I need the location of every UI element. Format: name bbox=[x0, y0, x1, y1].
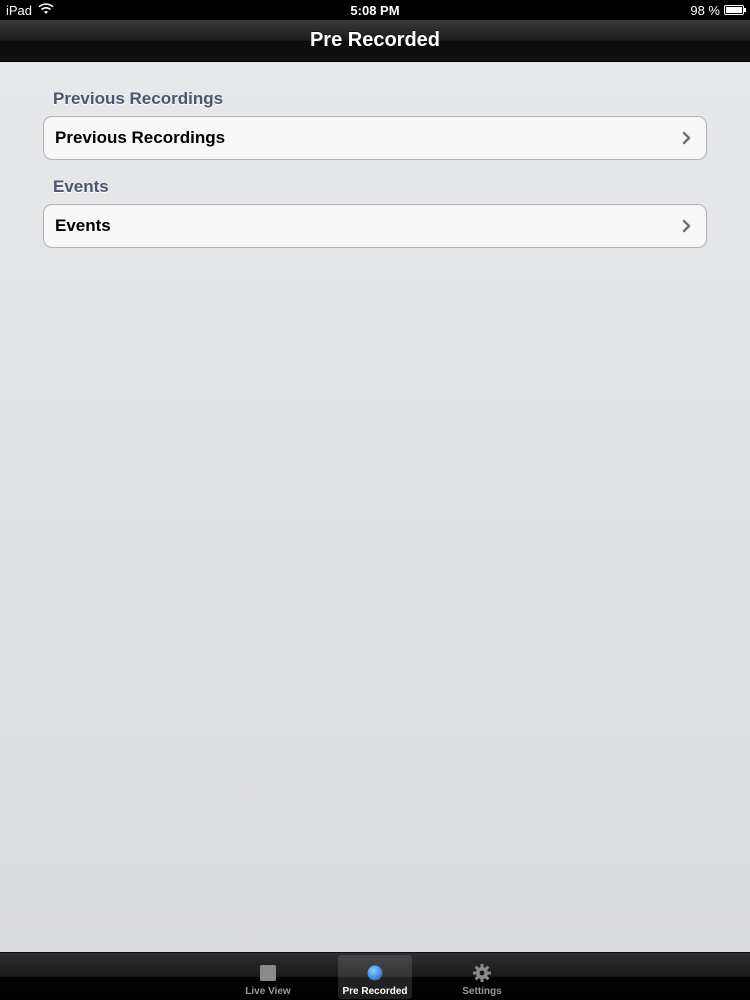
cell-label: Events bbox=[55, 216, 111, 235]
device-name: iPad bbox=[6, 2, 33, 18]
tab-bar: Live View Pre Recorded Settings bbox=[0, 952, 750, 1000]
battery-icon bbox=[724, 5, 746, 15]
status-left: iPad bbox=[6, 3, 54, 18]
events-cell[interactable]: Events bbox=[43, 204, 707, 248]
gear-icon bbox=[472, 963, 492, 983]
status-time: 5:08 PM bbox=[350, 2, 400, 18]
status-right: 98 % bbox=[690, 2, 746, 18]
page-title: Pre Recorded bbox=[309, 29, 441, 51]
navigation-bar: Pre Recorded bbox=[0, 20, 750, 62]
record-dot-icon bbox=[365, 963, 385, 983]
tab-pre-recorded[interactable]: Pre Recorded bbox=[338, 955, 412, 999]
chevron-right-icon bbox=[680, 219, 694, 233]
section-header-events: Events bbox=[53, 177, 109, 196]
tab-settings[interactable]: Settings bbox=[445, 955, 519, 999]
tab-label: Pre Recorded bbox=[342, 986, 408, 997]
status-bar: iPad 5:08 PM 98 % bbox=[0, 0, 750, 20]
section-header-previous-recordings: Previous Recordings bbox=[53, 89, 224, 108]
tab-live-view[interactable]: Live View bbox=[231, 955, 305, 999]
tab-label: Live View bbox=[245, 986, 291, 997]
tab-label: Settings bbox=[462, 986, 502, 997]
chevron-right-icon bbox=[680, 131, 694, 145]
previous-recordings-cell[interactable]: Previous Recordings bbox=[43, 116, 707, 160]
cell-label: Previous Recordings bbox=[55, 128, 226, 147]
camera-square-icon bbox=[258, 963, 278, 983]
wifi-icon bbox=[38, 2, 54, 18]
battery-fill bbox=[726, 7, 742, 13]
battery-percent: 98 % bbox=[690, 2, 720, 18]
grouped-table: Previous Recordings Previous Recordings … bbox=[0, 62, 750, 952]
